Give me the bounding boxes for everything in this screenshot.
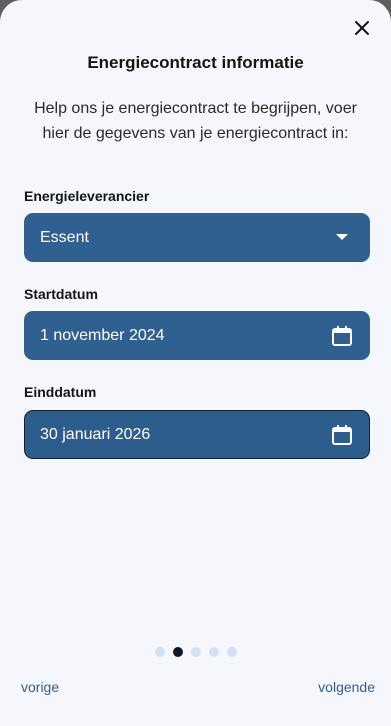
supplier-label: Energieleverancier	[24, 188, 150, 204]
close-icon	[355, 21, 369, 35]
end-date-label: Einddatum	[24, 384, 97, 400]
page-dot	[209, 647, 219, 657]
page-dot	[191, 647, 201, 657]
page-dot-active	[173, 647, 183, 657]
sheet-title: Energiecontract informatie	[87, 53, 304, 72]
dropdown-arrow-icon	[330, 226, 354, 250]
previous-button[interactable]: vorige	[21, 679, 59, 695]
calendar-icon[interactable]	[330, 423, 354, 447]
supplier-value: Essent	[40, 228, 89, 246]
calendar-icon[interactable]	[330, 324, 354, 348]
page-dot	[227, 647, 237, 657]
end-date-field[interactable]: 30 januari 2026	[24, 410, 370, 459]
page-dot	[155, 647, 165, 657]
end-date-value: 30 januari 2026	[40, 425, 151, 443]
start-date-value: 1 november 2024	[40, 326, 165, 344]
page-indicator	[155, 647, 237, 657]
start-date-label: Startdatum	[24, 286, 98, 302]
intro-text: Help ons je energiecontract te begrijpen…	[34, 100, 357, 142]
supplier-dropdown[interactable]: Essent	[24, 213, 370, 262]
close-button[interactable]	[348, 14, 376, 42]
next-button[interactable]: volgende	[318, 679, 375, 695]
bottom-sheet: Energiecontract informatie Help ons je e…	[0, 0, 391, 726]
start-date-field[interactable]: 1 november 2024	[24, 311, 370, 360]
